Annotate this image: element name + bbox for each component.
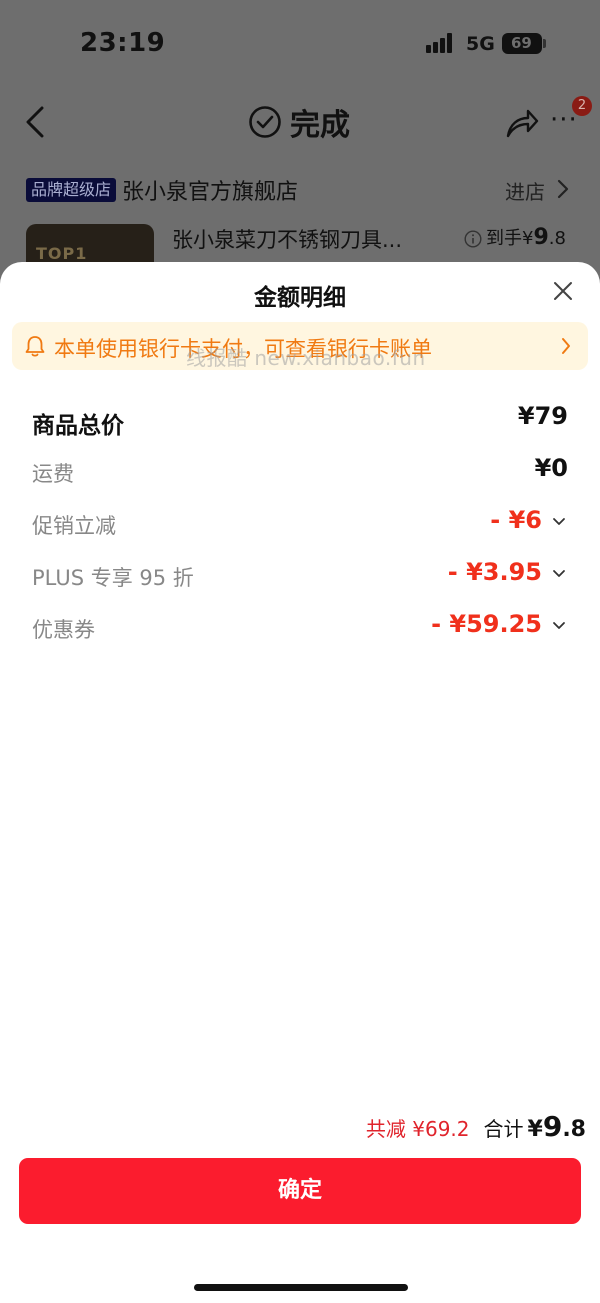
- line-item-subtotal: 商品总价 ¥79: [0, 400, 600, 440]
- store-row[interactable]: 品牌超级店 张小泉官方旗舰店 进店: [0, 170, 600, 210]
- line-item-plus-discount[interactable]: PLUS 专享 95 折 - ¥3.95: [0, 556, 600, 596]
- chevron-down-icon[interactable]: [551, 568, 567, 580]
- chevron-right-icon: [562, 338, 570, 354]
- page-title: 完成: [290, 108, 350, 143]
- line-value: - ¥59.25: [431, 610, 542, 638]
- enter-store-link[interactable]: 进店: [505, 176, 545, 205]
- share-icon[interactable]: [504, 106, 540, 140]
- line-value: ¥0: [534, 454, 568, 482]
- battery-tip: [543, 39, 546, 48]
- confirm-button[interactable]: 确定: [19, 1158, 581, 1224]
- amount-detail-sheet: 金额明细 本单使用银行卡支付，可查看银行卡账单 线报酷 new.xianbao.…: [0, 262, 600, 1303]
- product-final-price: 到手¥9.8: [486, 224, 566, 250]
- bell-icon: [25, 336, 45, 357]
- line-label: 商品总价: [32, 413, 124, 439]
- price-int: 9: [533, 225, 549, 250]
- status-bar: 23:19 5G 69: [0, 0, 600, 90]
- home-indicator: [194, 1284, 408, 1291]
- price-dec: .8: [548, 228, 566, 249]
- chevron-down-icon[interactable]: [551, 620, 567, 632]
- saved-total: 共减 ¥69.2: [365, 1117, 470, 1141]
- line-value: - ¥6: [490, 506, 542, 534]
- total-label: 合计: [483, 1117, 524, 1141]
- line-item-promotion[interactable]: 促销立减 - ¥6: [0, 504, 600, 544]
- chevron-down-icon[interactable]: [551, 516, 567, 528]
- line-value: - ¥3.95: [447, 558, 542, 586]
- line-label: 优惠券: [32, 618, 95, 642]
- nav-bar: 完成 ··· 2: [0, 90, 600, 160]
- network-label: 5G: [466, 33, 495, 55]
- line-label: PLUS 专享 95 折: [32, 566, 194, 590]
- product-thumb-text: TOP1: [36, 244, 88, 263]
- back-icon[interactable]: [20, 104, 50, 140]
- done-group: 完成: [248, 100, 350, 144]
- line-label: 促销立减: [32, 514, 116, 538]
- total-value: ¥9.8: [528, 1110, 586, 1143]
- line-label: 运费: [32, 462, 74, 486]
- total-dec: .8: [562, 1117, 586, 1142]
- order-screen: 23:19 5G 69 完成 ··· 2 品牌超级店 张小泉官方旗舰店 进店 T…: [0, 0, 600, 1303]
- notification-badge: 2: [572, 96, 592, 116]
- battery-icon: 69: [502, 33, 542, 54]
- sheet-title: 金额明细: [254, 285, 346, 311]
- watermark-text: 线报酷 new.xianbao.fun: [186, 346, 426, 370]
- total-int: 9: [542, 1110, 563, 1143]
- price-prefix: 到手¥: [486, 228, 534, 249]
- line-item-shipping: 运费 ¥0: [0, 452, 600, 492]
- total-summary: 共减 ¥69.2 合计 ¥9.8: [366, 1110, 586, 1143]
- close-icon[interactable]: [552, 280, 574, 302]
- line-item-coupon[interactable]: 优惠券 - ¥59.25: [0, 608, 600, 648]
- signal-icon: [426, 33, 458, 53]
- product-name: 张小泉菜刀不锈钢刀具...: [172, 228, 403, 252]
- check-circle-icon: [249, 106, 281, 138]
- line-value: ¥79: [517, 402, 568, 430]
- store-name: 张小泉官方旗舰店: [122, 180, 299, 205]
- total-prefix: ¥: [527, 1117, 543, 1142]
- chevron-right-icon: [557, 179, 569, 199]
- store-badge: 品牌超级店: [26, 178, 117, 202]
- info-icon[interactable]: [464, 230, 482, 248]
- status-time: 23:19: [80, 28, 166, 58]
